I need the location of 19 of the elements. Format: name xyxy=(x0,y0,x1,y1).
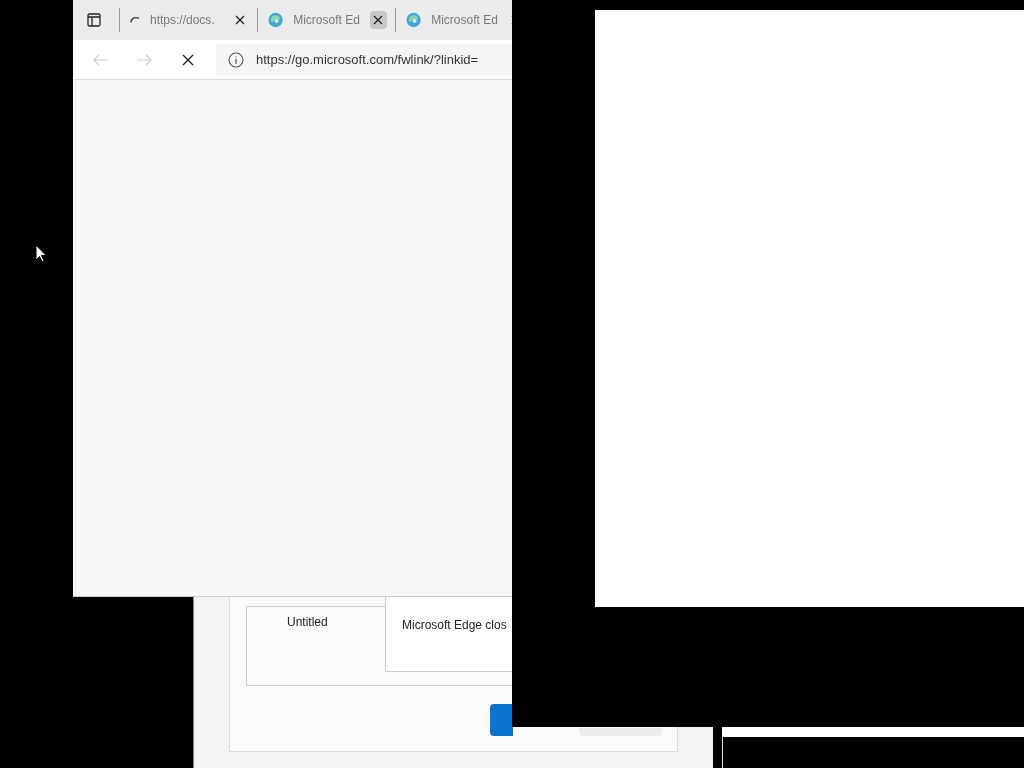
info-icon xyxy=(228,51,244,68)
close-icon xyxy=(373,15,384,25)
mouse-pointer-icon xyxy=(35,244,47,263)
tab-title: Microsoft Ed xyxy=(431,12,498,29)
tab-title: Microsoft Ed xyxy=(293,12,360,29)
tab-actions-button[interactable] xyxy=(87,10,101,30)
close-icon xyxy=(235,15,245,25)
address-bar[interactable]: https://go.microsoft.com/fwlink/?linkid= xyxy=(216,43,512,76)
browser-tab[interactable]: Microsoft Ed xyxy=(258,0,395,40)
tab-title: https://docs. xyxy=(150,12,216,29)
browser-logo-icon xyxy=(268,12,284,28)
browser-logo-icon xyxy=(406,12,422,28)
loading-spinner-icon xyxy=(130,17,140,23)
browser-tab[interactable]: Microsoft Ed xyxy=(396,0,512,40)
message-text: Microsoft Edge clos xyxy=(402,617,507,634)
address-text: https://go.microsoft.com/fwlink/?linkid= xyxy=(256,50,479,69)
primary-button[interactable] xyxy=(490,704,513,736)
browser-tab[interactable]: https://docs. xyxy=(120,0,257,40)
item-title: Untitled xyxy=(287,614,328,631)
